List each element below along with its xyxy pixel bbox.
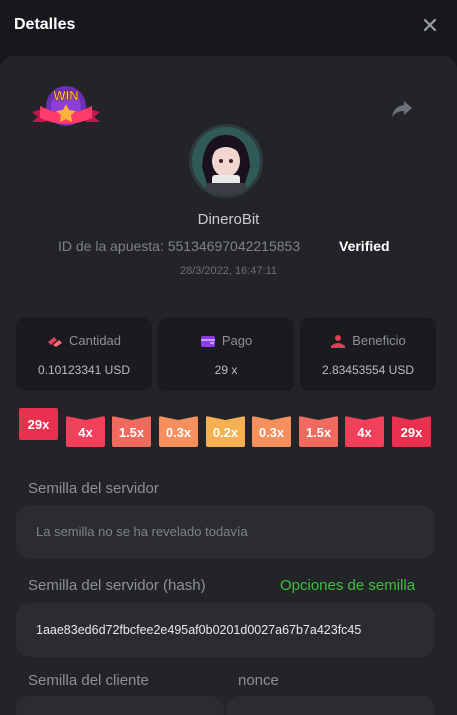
stat-payout-label: Pago: [221, 333, 253, 348]
stat-profit-label: Beneficio: [352, 333, 406, 348]
modal-header: Detalles ✕: [0, 0, 457, 56]
stat-amount-value: 0.10123341 USD: [37, 363, 131, 377]
multiplier-slot: 0.2x: [206, 416, 245, 447]
avatar-illustration-icon: [192, 127, 260, 195]
multiplier-slot: 1.5x: [299, 416, 338, 447]
wallet-icon: [200, 335, 215, 347]
bet-id: ID de la apuesta: 55134697042215853: [58, 238, 301, 254]
modal-title: Detalles: [14, 16, 76, 33]
multiplier-slot: 1.5x: [112, 416, 151, 447]
username: DineroBit: [197, 211, 260, 228]
server-hash-label: Semilla del servidor (hash): [28, 577, 206, 594]
stat-profit-value: 2.83453554 USD: [321, 363, 415, 377]
multiplier-slot: 4x: [66, 416, 105, 447]
win-badge-icon: WIN: [32, 86, 100, 126]
multiplier-slot: 29x: [392, 416, 431, 447]
stat-amount-label: Cantidad: [68, 333, 122, 348]
multiplier-slot: 4x: [345, 416, 384, 447]
server-seed-label: Semilla del servidor: [28, 480, 159, 497]
svg-text:WIN: WIN: [53, 88, 78, 103]
avatar: [189, 124, 263, 198]
verified-badge[interactable]: Verified: [339, 238, 390, 254]
stat-payout: Pago 29 x: [158, 318, 294, 391]
multiplier-slot: 0.3x: [252, 416, 291, 447]
profit-icon: [331, 334, 346, 348]
nonce-label: nonce: [238, 672, 279, 689]
seed-options-link[interactable]: Opciones de semilla: [280, 577, 415, 594]
coins-icon: [47, 336, 62, 347]
server-seed-value: La semilla no se ha revelado todavía: [36, 524, 248, 539]
selected-multiplier: 29x: [19, 408, 58, 440]
stat-profit: Beneficio 2.83453554 USD: [300, 318, 436, 391]
multiplier-slot: 0.3x: [159, 416, 198, 447]
bet-datetime: 28/3/2022, 16:47:11: [179, 265, 278, 277]
client-seed-label: Semilla del cliente: [28, 672, 149, 689]
nonce-field[interactable]: [226, 696, 435, 715]
stat-amount: Cantidad 0.10123341 USD: [16, 318, 152, 391]
client-seed-field[interactable]: [16, 696, 224, 715]
share-icon[interactable]: [390, 96, 414, 120]
close-icon[interactable]: ✕: [418, 14, 442, 38]
server-hash-value: 1aae83ed6d72fbcfee2e495af0b0201d0027a67b…: [36, 623, 362, 637]
stat-payout-value: 29 x: [214, 363, 238, 377]
